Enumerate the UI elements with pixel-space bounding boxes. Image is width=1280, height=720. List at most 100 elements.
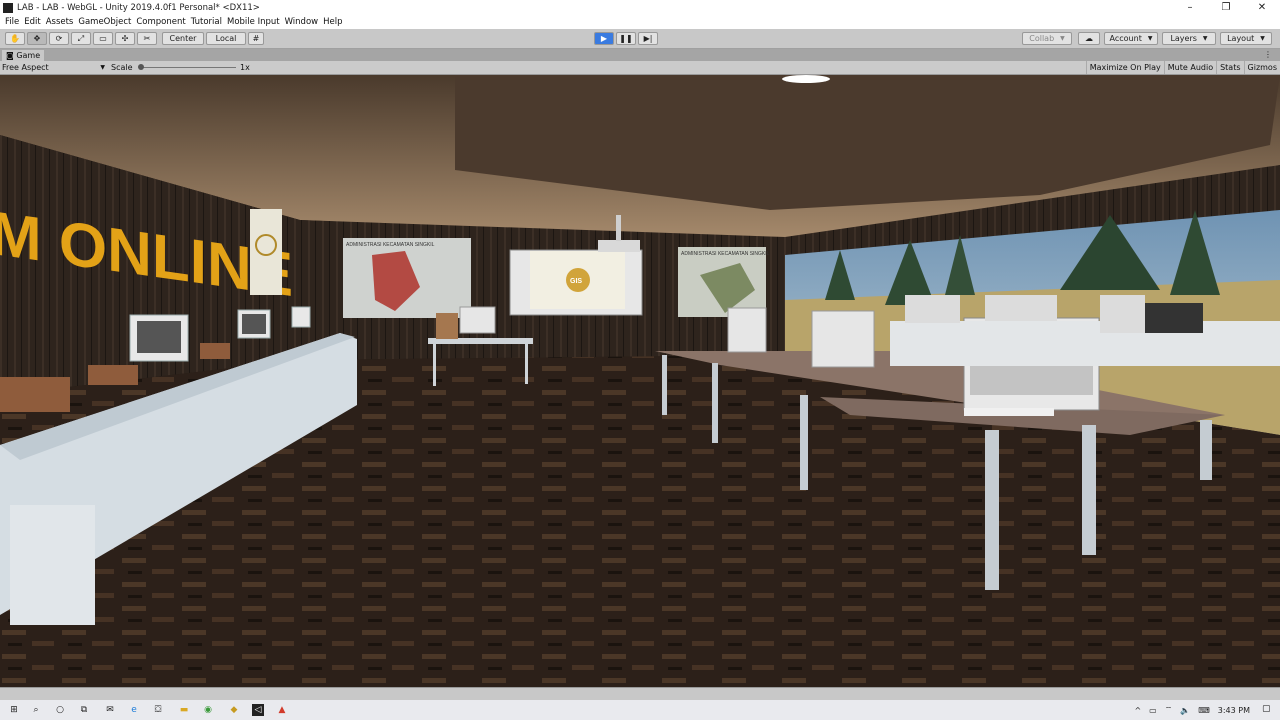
window-controls: – ❐ ✕	[1172, 0, 1280, 15]
minimize-icon[interactable]: –	[1172, 0, 1208, 15]
taskbar: ⊞ ⌕ ○ ⧉ ✉ e ⛋ ▬ ◉ ◆ ◁ ▲ ^ ▭ ⌔ 🔈 ⌨ 3:43 P…	[0, 700, 1280, 720]
game-tab-bar: ◙ Game ⋮	[0, 49, 1280, 61]
clock[interactable]: 3:43 PM	[1218, 706, 1250, 715]
main-toolbar: ✋ ✥ ⟳ ⤢ ▭ ✣ ✂ Center Local # ▶ ❚❚ ▶| Col…	[0, 29, 1280, 49]
pivot-local-label: Local	[215, 34, 237, 43]
menu-edit[interactable]: Edit	[24, 17, 40, 27]
tab-game-label: Game	[16, 51, 41, 60]
poster-left-title: ADMINISTRASI KECAMATAN SINGKIL	[346, 242, 435, 248]
menu-component[interactable]: Component	[136, 17, 185, 27]
menu-file[interactable]: File	[5, 17, 19, 27]
notifications-icon[interactable]: ▢	[1262, 704, 1274, 716]
imac-screen	[137, 321, 181, 353]
system-tray: ^ ▭ ⌔ 🔈 ⌨ 3:43 PM	[1126, 700, 1250, 720]
imac-screen	[242, 314, 266, 334]
tray-chevron-icon[interactable]: ^	[1134, 706, 1141, 715]
collab-button[interactable]: Collab ▼	[1022, 32, 1072, 45]
keyboard-icon[interactable]: ⌨	[1198, 706, 1210, 715]
menu-mobile-input[interactable]: Mobile Input	[227, 17, 280, 27]
scale-tool-icon[interactable]: ⤢	[71, 32, 91, 45]
projector-mount	[616, 215, 621, 241]
mute-audio-toggle[interactable]: Mute Audio	[1163, 61, 1216, 74]
step-button[interactable]: ▶|	[638, 32, 658, 45]
unity-icon[interactable]: ◁	[252, 704, 264, 716]
tab-menu-icon[interactable]: ⋮	[1264, 49, 1272, 61]
mail-icon[interactable]: ✉	[104, 704, 116, 716]
aspect-dropdown[interactable]: Free Aspect ▼	[2, 62, 105, 73]
menu-tutorial[interactable]: Tutorial	[191, 17, 222, 27]
monitor	[1145, 303, 1203, 333]
grid-snap-icon[interactable]: #	[248, 32, 264, 45]
tab-game[interactable]: ◙ Game	[2, 50, 45, 61]
desk-leg	[662, 355, 667, 415]
maximize-icon[interactable]: ❐	[1208, 0, 1244, 15]
imac	[985, 295, 1057, 321]
app-red-icon[interactable]: ▲	[276, 704, 288, 716]
network-icon[interactable]: ▭	[1149, 706, 1157, 715]
desk-cabinet	[10, 505, 95, 625]
desk-leg	[712, 363, 718, 443]
projector	[598, 240, 640, 252]
account-label: Account	[1109, 34, 1142, 43]
task-view-icon[interactable]: ⧉	[78, 704, 90, 716]
custom-tool-icon[interactable]: ✂	[137, 32, 157, 45]
layers-dropdown[interactable]: Layers ▼	[1162, 32, 1216, 45]
menu-help[interactable]: Help	[323, 17, 342, 27]
rect-tool-icon[interactable]: ▭	[93, 32, 113, 45]
teacher-chair	[436, 313, 458, 339]
aspect-label: Free Aspect	[2, 63, 49, 72]
chrome-icon[interactable]: ◉	[202, 704, 214, 716]
layout-dropdown[interactable]: Layout ▼	[1220, 32, 1272, 45]
maximize-on-play-toggle[interactable]: Maximize On Play	[1085, 61, 1164, 74]
game-viewport[interactable]: M ONLINE ADMINISTRASI KECAMATAN SINGKIL …	[0, 75, 1280, 687]
chair	[200, 343, 230, 359]
desk-leg	[800, 395, 808, 490]
transform-tool-icon[interactable]: ✣	[115, 32, 135, 45]
keyboard	[964, 408, 1054, 416]
wall-poster-emblem	[250, 209, 282, 295]
file-explorer-icon[interactable]: ▬	[178, 704, 190, 716]
teacher-monitor	[459, 306, 496, 334]
layout-label: Layout	[1227, 34, 1255, 43]
stats-toggle[interactable]: Stats	[1216, 61, 1243, 74]
pivot-local-button[interactable]: Local	[206, 32, 246, 45]
cloud-icon[interactable]: ☁	[1078, 32, 1100, 45]
pivot-center-button[interactable]: Center	[162, 32, 204, 45]
scale-slider-handle[interactable]	[138, 64, 144, 70]
store-icon[interactable]: ⛋	[152, 704, 164, 716]
volume-icon[interactable]: 🔈	[1180, 706, 1190, 715]
pc-tower	[1100, 295, 1145, 333]
gizmos-dropdown[interactable]: Gizmos	[1243, 61, 1280, 74]
wifi-icon[interactable]: ⌔	[1165, 705, 1173, 715]
start-icon[interactable]: ⊞	[8, 704, 20, 716]
app-icon[interactable]: ◆	[228, 704, 240, 716]
menu-gameobject[interactable]: GameObject	[78, 17, 131, 27]
title-bar: LAB - LAB - WebGL - Unity 2019.4.0f1 Per…	[0, 0, 1280, 15]
menu-assets[interactable]: Assets	[46, 17, 74, 27]
desk-leg	[1082, 425, 1096, 555]
edge-icon[interactable]: e	[128, 704, 140, 716]
search-icon[interactable]: ⌕	[30, 704, 42, 716]
scale-value: 1x	[240, 63, 250, 72]
window-desk-row	[890, 321, 1280, 366]
scale-slider[interactable]	[140, 67, 236, 68]
chair	[88, 365, 138, 385]
window-title: LAB - LAB - WebGL - Unity 2019.4.0f1 Per…	[17, 2, 260, 13]
play-button[interactable]: ▶	[594, 32, 614, 45]
status-bar	[0, 687, 1280, 701]
menu-window[interactable]: Window	[285, 17, 319, 27]
desk-leg	[525, 344, 528, 384]
ceiling-light	[782, 75, 830, 83]
account-dropdown[interactable]: Account ▼	[1104, 32, 1158, 45]
close-icon[interactable]: ✕	[1244, 0, 1280, 15]
hand-tool-icon[interactable]: ✋	[5, 32, 25, 45]
pivot-center-label: Center	[169, 34, 197, 43]
poster-right-title: ADMINISTRASI KECAMATAN SINGKIL	[681, 251, 770, 257]
cortana-icon[interactable]: ○	[54, 704, 66, 716]
pause-button[interactable]: ❚❚	[616, 32, 636, 45]
imac	[905, 295, 960, 323]
imac	[291, 306, 311, 328]
rotate-tool-icon[interactable]: ⟳	[49, 32, 69, 45]
scene-render: M ONLINE ADMINISTRASI KECAMATAN SINGKIL …	[0, 75, 1280, 687]
move-tool-icon[interactable]: ✥	[27, 32, 47, 45]
